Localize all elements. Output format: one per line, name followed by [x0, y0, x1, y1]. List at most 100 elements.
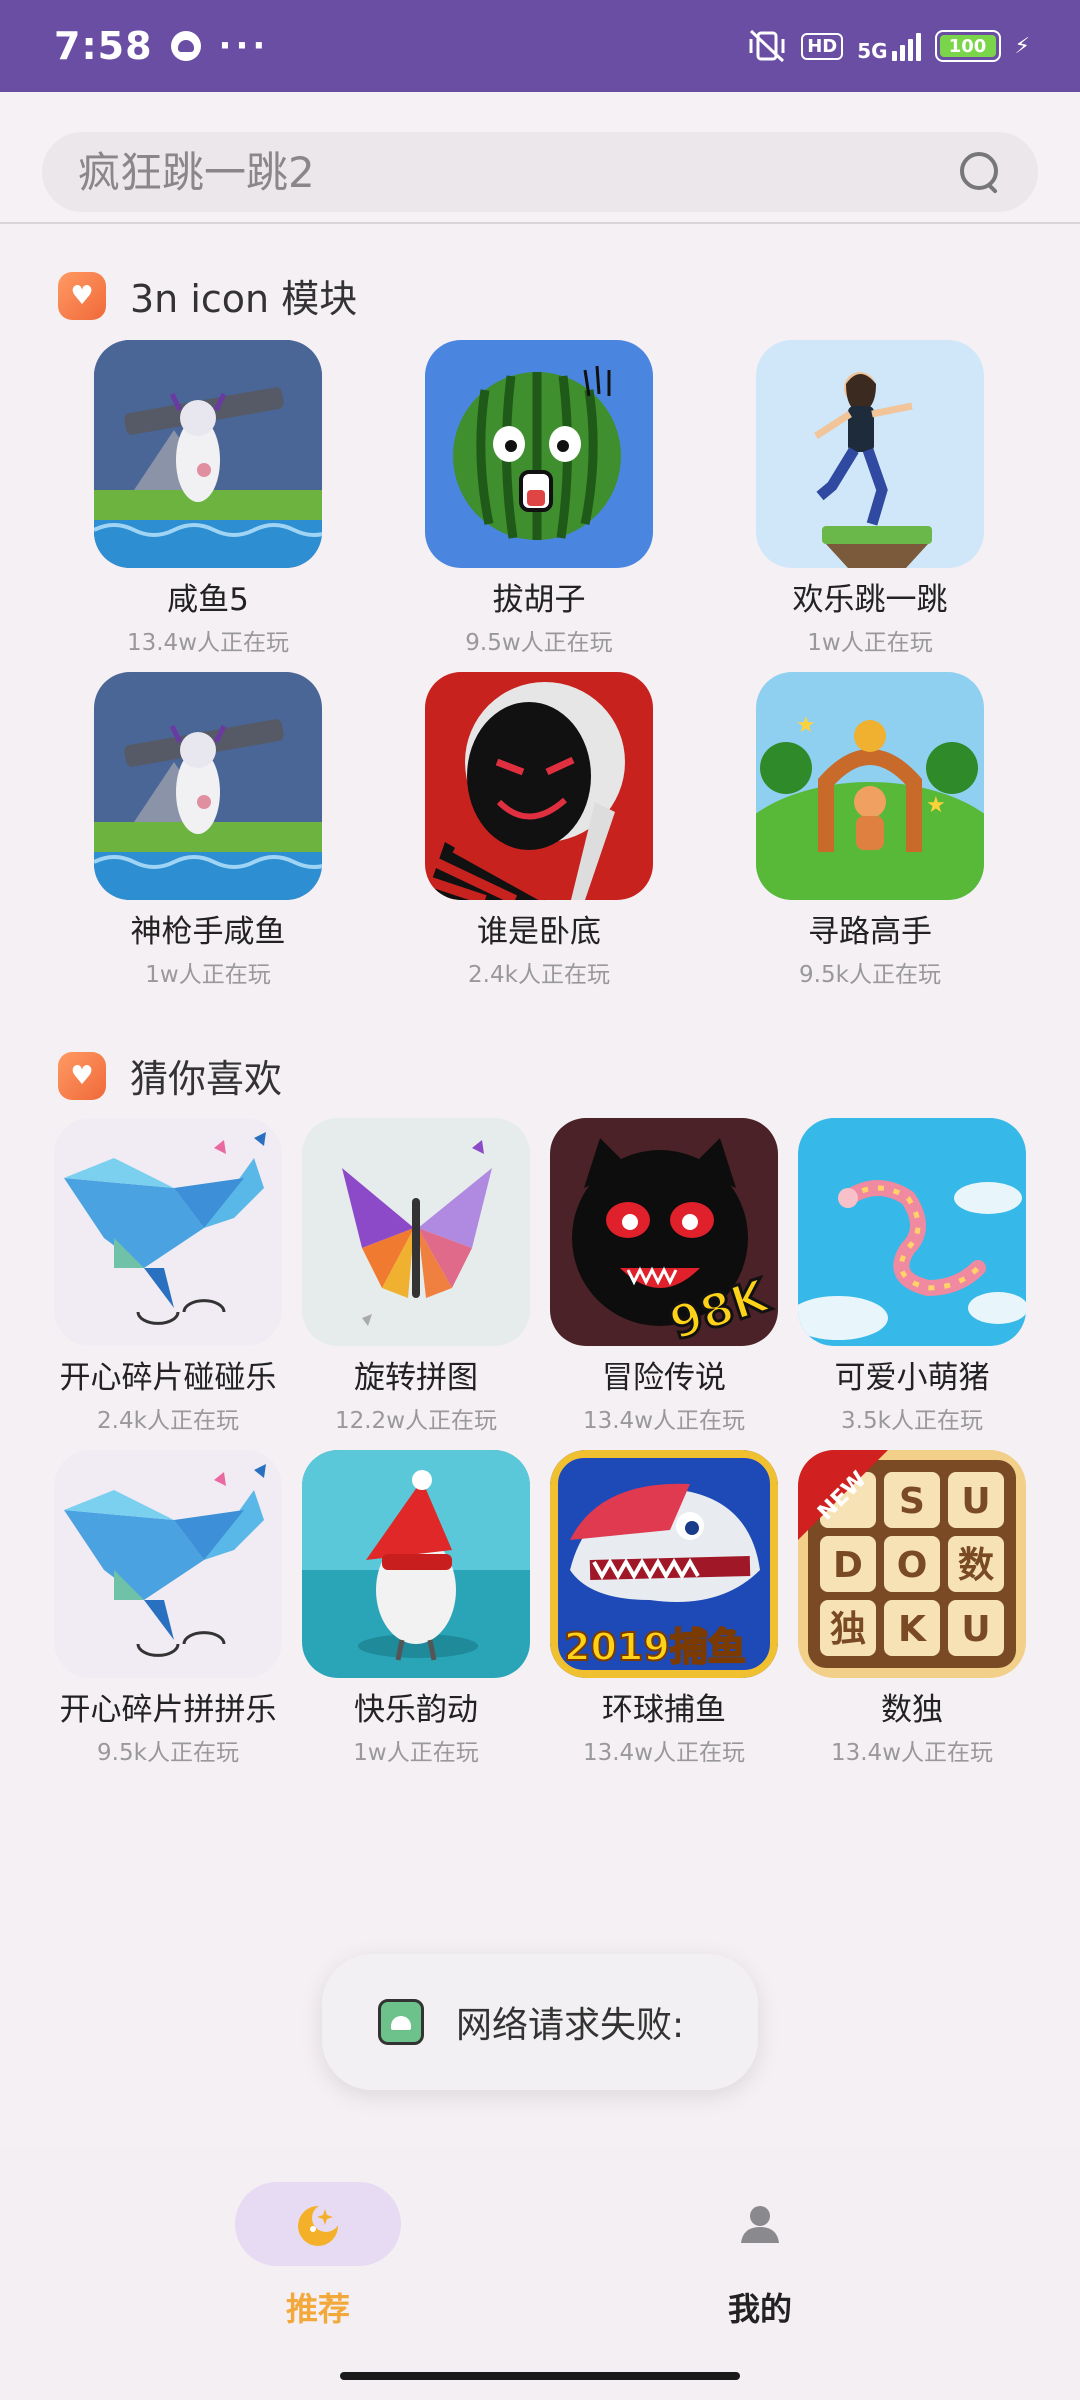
game-tile[interactable]: 旋转拼图 12.2w人正在玩	[292, 1118, 540, 1435]
vibrate-mute-icon	[749, 29, 785, 63]
status-left: 7:58 ···	[54, 24, 269, 68]
game-plays: 13.4w人正在玩	[582, 1408, 746, 1434]
game-icon-shenqiangshou[interactable]	[94, 672, 322, 900]
game-icon-huanle-tiao[interactable]	[756, 340, 984, 568]
game-plays: 1w人正在玩	[145, 962, 271, 988]
more-notifications-icon: ···	[218, 26, 270, 66]
sudoku-cell: O	[897, 1545, 928, 1586]
game-icon-suipian-pinpin[interactable]	[54, 1450, 282, 1678]
sudoku-cell: D	[833, 1545, 863, 1586]
game-plays: 13.4w人正在玩	[830, 1740, 994, 1766]
toast-message: 网络请求失败:	[322, 1954, 758, 2090]
heart-icon: ♥	[58, 1051, 106, 1100]
sudoku-cell: 数	[958, 1545, 994, 1586]
app-icon	[378, 1999, 424, 2045]
person-icon	[741, 2206, 779, 2243]
heart-icon: ♥	[58, 271, 106, 320]
nav-tab-mine[interactable]: 我的	[650, 2182, 870, 2330]
game-plays: 13.4w人正在玩	[126, 630, 290, 656]
game-name: 拔胡子	[492, 582, 586, 618]
game-icon-maoxian-chuanshuo[interactable]: 98K	[550, 1118, 778, 1346]
game-name: 可爱小萌猪	[834, 1360, 990, 1396]
sudoku-cell: 独	[830, 1609, 866, 1650]
game-name: 开心碎片碰碰乐	[59, 1360, 277, 1396]
search-box[interactable]	[42, 132, 1038, 212]
game-name: 谁是卧底	[477, 914, 601, 950]
game-name: 快乐韵动	[354, 1692, 478, 1728]
game-tile[interactable]: 拔胡子 9.5w人正在玩	[425, 340, 653, 657]
nav-tab-recommend[interactable]: 推荐	[208, 2182, 428, 2330]
charging-icon: ⚡	[1014, 33, 1030, 59]
game-plays: 3.5k人正在玩	[841, 1408, 983, 1434]
game-plays: 2.4k人正在玩	[97, 1408, 239, 1434]
game-icon-shuishiwodi[interactable]	[425, 672, 653, 900]
nav-pill[interactable]	[677, 2182, 843, 2266]
game-icon-bahuzi[interactable]	[425, 340, 653, 568]
sudoku-cell: K	[898, 1609, 927, 1650]
hd-badge: HD	[801, 32, 844, 60]
game-icon-suipian-pengpeng[interactable]	[54, 1118, 282, 1346]
battery-icon: 100	[934, 30, 1001, 62]
sudoku-cell: U	[961, 1481, 990, 1522]
game-name: 咸鱼5	[167, 582, 249, 618]
game-tile[interactable]: ★ ★ 寻路高手 9.5k人正在玩	[756, 672, 984, 989]
game-tile[interactable]: S U D O 数 独 K U NEW 数独 13.4w人正在玩	[788, 1450, 1036, 1767]
game-plays: 1w人正在玩	[807, 630, 933, 656]
game-plays: 13.4w人正在玩	[582, 1740, 746, 1766]
game-tile[interactable]: 98K 冒险传说 13.4w人正在玩	[540, 1118, 788, 1435]
game-icon-xianyu5[interactable]	[94, 340, 322, 568]
section-header-3n-icon: ♥ 3n icon 模块	[58, 268, 357, 323]
game-plays: 9.5k人正在玩	[799, 962, 941, 988]
sudoku-cell: U	[961, 1609, 990, 1650]
game-plays: 9.5k人正在玩	[97, 1740, 239, 1766]
game-tile[interactable]: 可爱小萌猪 3.5k人正在玩	[788, 1118, 1036, 1435]
signal-bars-icon	[891, 31, 921, 61]
game-name: 寻路高手	[808, 914, 932, 950]
game-icon-huanqiu-buyu[interactable]: 2019捕鱼	[550, 1450, 778, 1678]
game-tile[interactable]: 2019捕鱼 环球捕鱼 13.4w人正在玩	[540, 1450, 788, 1767]
game-name: 环球捕鱼	[602, 1692, 726, 1728]
nav-pill[interactable]	[235, 2182, 401, 2266]
recommend-icon	[298, 2204, 340, 2246]
game-tile[interactable]: 快乐韵动 1w人正在玩	[292, 1450, 540, 1767]
game-tile[interactable]: 神枪手咸鱼 1w人正在玩	[94, 672, 322, 989]
status-bar: 7:58 ··· HD 5G 100 ⚡	[0, 0, 1080, 92]
cell-signal: 5G	[857, 31, 921, 63]
game-name: 数独	[881, 1692, 943, 1728]
game-tile[interactable]: 开心碎片碰碰乐 2.4k人正在玩	[44, 1118, 292, 1435]
game-name: 冒险传说	[602, 1360, 726, 1396]
toast-text: 网络请求失败:	[456, 2005, 685, 2046]
section-title: 猜你喜欢	[130, 1057, 283, 1101]
game-tile[interactable]: 开心碎片拼拼乐 9.5k人正在玩	[44, 1450, 292, 1767]
search-icon[interactable]	[958, 150, 1002, 194]
fishing-banner: 2019捕鱼	[564, 1625, 746, 1669]
svg-text:★: ★	[926, 793, 946, 818]
svg-text:★: ★	[796, 713, 816, 738]
game-tile[interactable]: 欢乐跳一跳 1w人正在玩	[756, 340, 984, 657]
nav-label: 推荐	[285, 2290, 350, 2328]
game-name: 开心碎片拼拼乐	[59, 1692, 277, 1728]
notification-app-icon	[170, 31, 201, 61]
game-plays: 9.5w人正在玩	[465, 630, 613, 656]
game-icon-xunlu-gaoshou[interactable]: ★ ★	[756, 672, 984, 900]
section-title: 3n icon 模块	[130, 277, 358, 321]
game-plays: 2.4k人正在玩	[468, 962, 610, 988]
game-tile[interactable]: 谁是卧底 2.4k人正在玩	[425, 672, 653, 989]
battery-level: 100	[948, 35, 987, 57]
sudoku-cell: S	[899, 1481, 925, 1522]
game-icon-kuaile-yundong[interactable]	[302, 1450, 530, 1678]
status-time: 7:58	[54, 24, 153, 68]
game-name: 欢乐跳一跳	[792, 582, 948, 618]
network-type: 5G	[857, 39, 888, 63]
search-input[interactable]	[78, 147, 958, 197]
nav-label: 我的	[727, 2290, 792, 2328]
status-right: HD 5G 100 ⚡	[747, 29, 1030, 63]
game-name: 神枪手咸鱼	[130, 914, 286, 950]
game-tile[interactable]: 咸鱼5 13.4w人正在玩	[94, 340, 322, 657]
game-icon-xuanzhuan-pintu[interactable]	[302, 1118, 530, 1346]
home-indicator[interactable]	[340, 2372, 740, 2380]
game-plays: 12.2w人正在玩	[334, 1408, 498, 1434]
game-icon-keai-xiaomengzhu[interactable]	[798, 1118, 1026, 1346]
game-icon-shudu[interactable]: S U D O 数 独 K U NEW	[798, 1450, 1026, 1678]
search-bar-area	[0, 92, 1080, 224]
